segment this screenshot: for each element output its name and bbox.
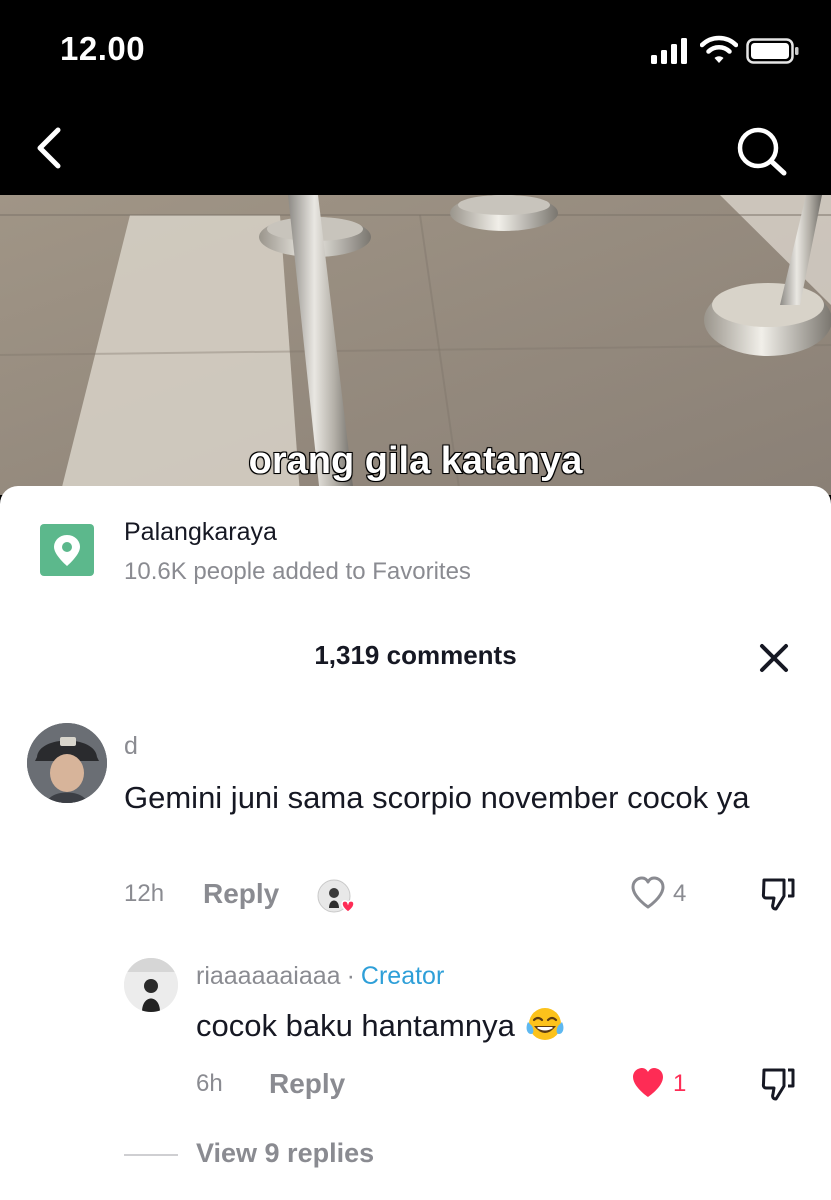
- comment-author[interactable]: d: [124, 732, 138, 761]
- creator-badge: Creator: [360, 962, 445, 990]
- dislike-icon[interactable]: [760, 876, 796, 912]
- creator-liked-avatar: [316, 878, 356, 918]
- author-separator: ·: [346, 962, 355, 990]
- battery-icon: [746, 38, 799, 64]
- comment-time: 12h: [124, 880, 165, 907]
- reply-author-name[interactable]: riaaaaaaiaaa: [196, 962, 341, 990]
- reply-like-count: 1: [673, 1070, 687, 1097]
- heart-outline-icon[interactable]: [630, 876, 666, 910]
- video-caption: orang gila katanya: [248, 439, 584, 483]
- comment-like-count: 4: [673, 880, 687, 907]
- wifi-icon: [700, 35, 738, 63]
- location-name[interactable]: Palangkaraya: [124, 518, 277, 547]
- top-navigation: [0, 100, 831, 195]
- reply-text-line: cocok baku hantamnya: [196, 1006, 565, 1044]
- comments-sheet: Palangkaraya 10.6K people added to Favor…: [0, 486, 831, 1200]
- reply-author-avatar[interactable]: [124, 958, 178, 1012]
- comment-reply-button[interactable]: Reply: [203, 878, 279, 910]
- reply-text: cocok baku hantamnya: [196, 1008, 515, 1043]
- back-button[interactable]: [30, 124, 70, 172]
- reply-time: 6h: [196, 1070, 223, 1097]
- location-pin-icon[interactable]: [40, 524, 94, 576]
- divider-line: [124, 1154, 178, 1156]
- search-icon[interactable]: [734, 126, 790, 176]
- comment-text: Gemini juni sama scorpio november cocok …: [124, 780, 750, 815]
- location-favorites-count: 10.6K people added to Favorites: [124, 558, 471, 585]
- laughing-tears-emoji: [526, 1008, 564, 1040]
- cellular-signal-icon: [651, 38, 687, 64]
- status-bar: 12.00: [0, 0, 831, 100]
- video-frame[interactable]: orang gila katanya: [0, 195, 831, 495]
- commenter-avatar[interactable]: [27, 723, 107, 803]
- dislike-icon[interactable]: [760, 1066, 796, 1102]
- view-replies-button[interactable]: View 9 replies: [196, 1138, 374, 1169]
- heart-filled-icon[interactable]: [630, 1066, 666, 1100]
- reply-author-line: riaaaaaaiaaa · Creator: [196, 962, 444, 991]
- status-time: 12.00: [60, 30, 146, 67]
- comments-count: 1,319 comments: [314, 640, 517, 670]
- reply-reply-button[interactable]: Reply: [269, 1068, 345, 1100]
- close-icon[interactable]: [756, 640, 792, 676]
